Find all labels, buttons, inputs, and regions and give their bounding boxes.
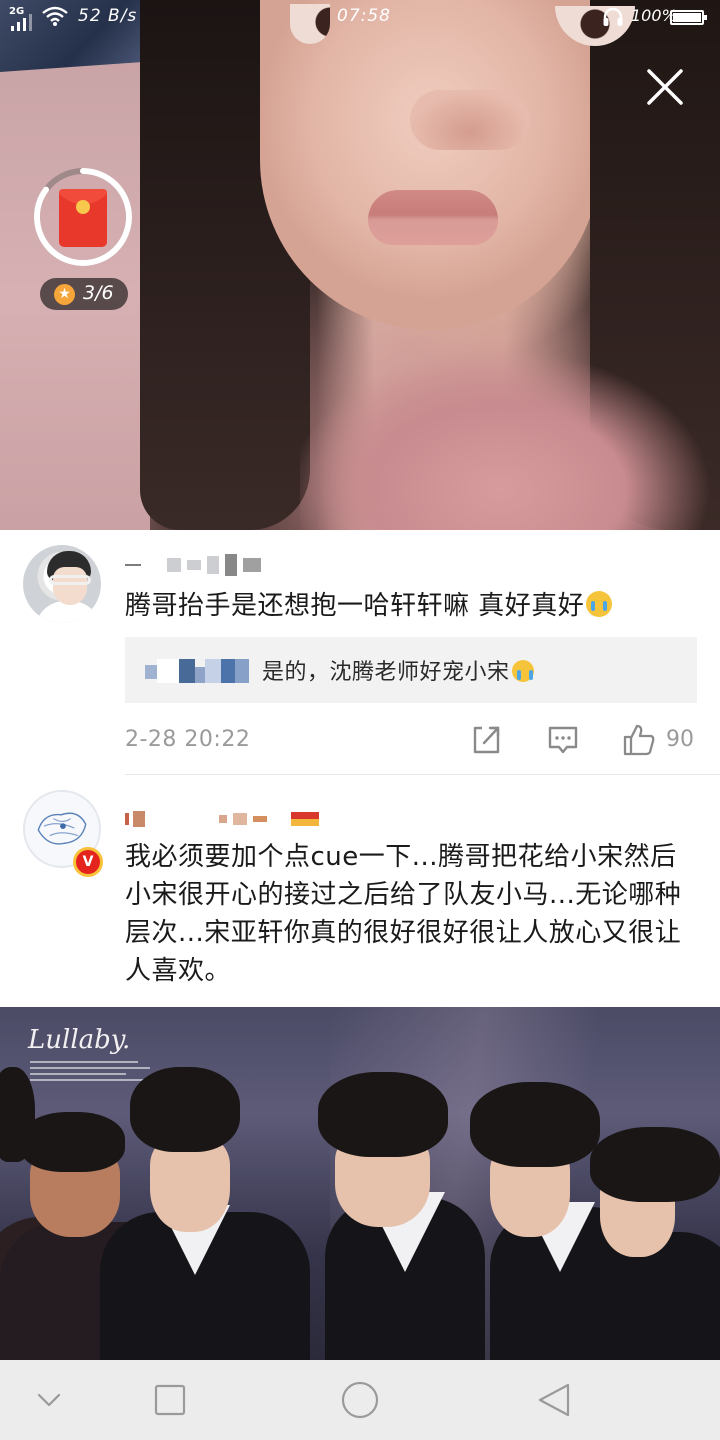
reply-text: 是的，沈腾老师好宠小宋 [262, 654, 534, 686]
username-blurred[interactable] [125, 811, 319, 827]
close-icon[interactable] [643, 65, 687, 109]
red-packet-counter: ★ 3/6 [40, 278, 128, 310]
comment-timestamp: 2-28 20:22 [125, 727, 251, 752]
photo-sweater-bottom [300, 340, 720, 530]
share-icon[interactable] [471, 723, 503, 757]
photo-watermark-title: Lullaby. [28, 1025, 131, 1055]
network-speed: 52 B/s [78, 6, 138, 26]
username-blurred[interactable] [125, 549, 261, 581]
photo-nose [410, 90, 530, 150]
comment-item: 腾哥抬手是还想抱一哈轩轩嘛 真好真好 是的，沈腾老师好宠小宋 2-28 20:2… [0, 530, 720, 775]
comment-text: 我必须要加个点cue一下...腾哥把花给小宋然后小宋很开心的接过之后给了队友小马… [125, 842, 682, 986]
red-packet-progress-label: 3/6 [83, 282, 114, 304]
thumbs-up-icon [623, 724, 655, 756]
comment-icon[interactable] [547, 723, 579, 757]
crying-emoji-icon [586, 591, 613, 617]
reply-username-blurred [145, 659, 249, 683]
comment-item: V 我必须要加个点cue一下...腾哥把花给小宋然后小宋很开心的接过之后给了队友… [0, 775, 720, 1007]
like-count: 90 [666, 727, 694, 752]
like-button[interactable]: 90 [622, 723, 702, 757]
clock: 07:58 [337, 6, 391, 26]
star-icon: ★ [54, 284, 75, 305]
verified-badge-icon: V [73, 847, 103, 877]
reply-preview[interactable]: 是的，沈腾老师好宠小宋 [125, 637, 697, 703]
wifi-icon [42, 6, 68, 26]
signal-icon [11, 14, 32, 31]
system-nav-bar [0, 1360, 720, 1440]
battery-icon [670, 10, 707, 25]
avatar[interactable] [23, 545, 101, 623]
headphones-icon [603, 7, 623, 26]
status-bar: 2G 52 B/s 07:58 100% [0, 0, 720, 36]
post-photo-bottom[interactable]: Lullaby. [0, 1007, 720, 1360]
photo-face [260, 0, 600, 330]
photo-lips [368, 190, 498, 245]
circle-icon[interactable] [338, 1378, 382, 1422]
chevron-down-icon[interactable] [27, 1378, 71, 1422]
crying-emoji-icon [511, 660, 534, 682]
comment-meta: 2-28 20:22 90 [0, 719, 720, 763]
comment-text: 腾哥抬手是还想抱一哈轩轩嘛 真好真好 [125, 587, 700, 625]
red-packet-icon [59, 189, 107, 247]
triangle-back-icon[interactable] [532, 1378, 576, 1422]
red-packet-widget[interactable] [33, 167, 133, 267]
photo-watermark-subtext [30, 1061, 150, 1085]
square-icon[interactable] [148, 1378, 192, 1422]
